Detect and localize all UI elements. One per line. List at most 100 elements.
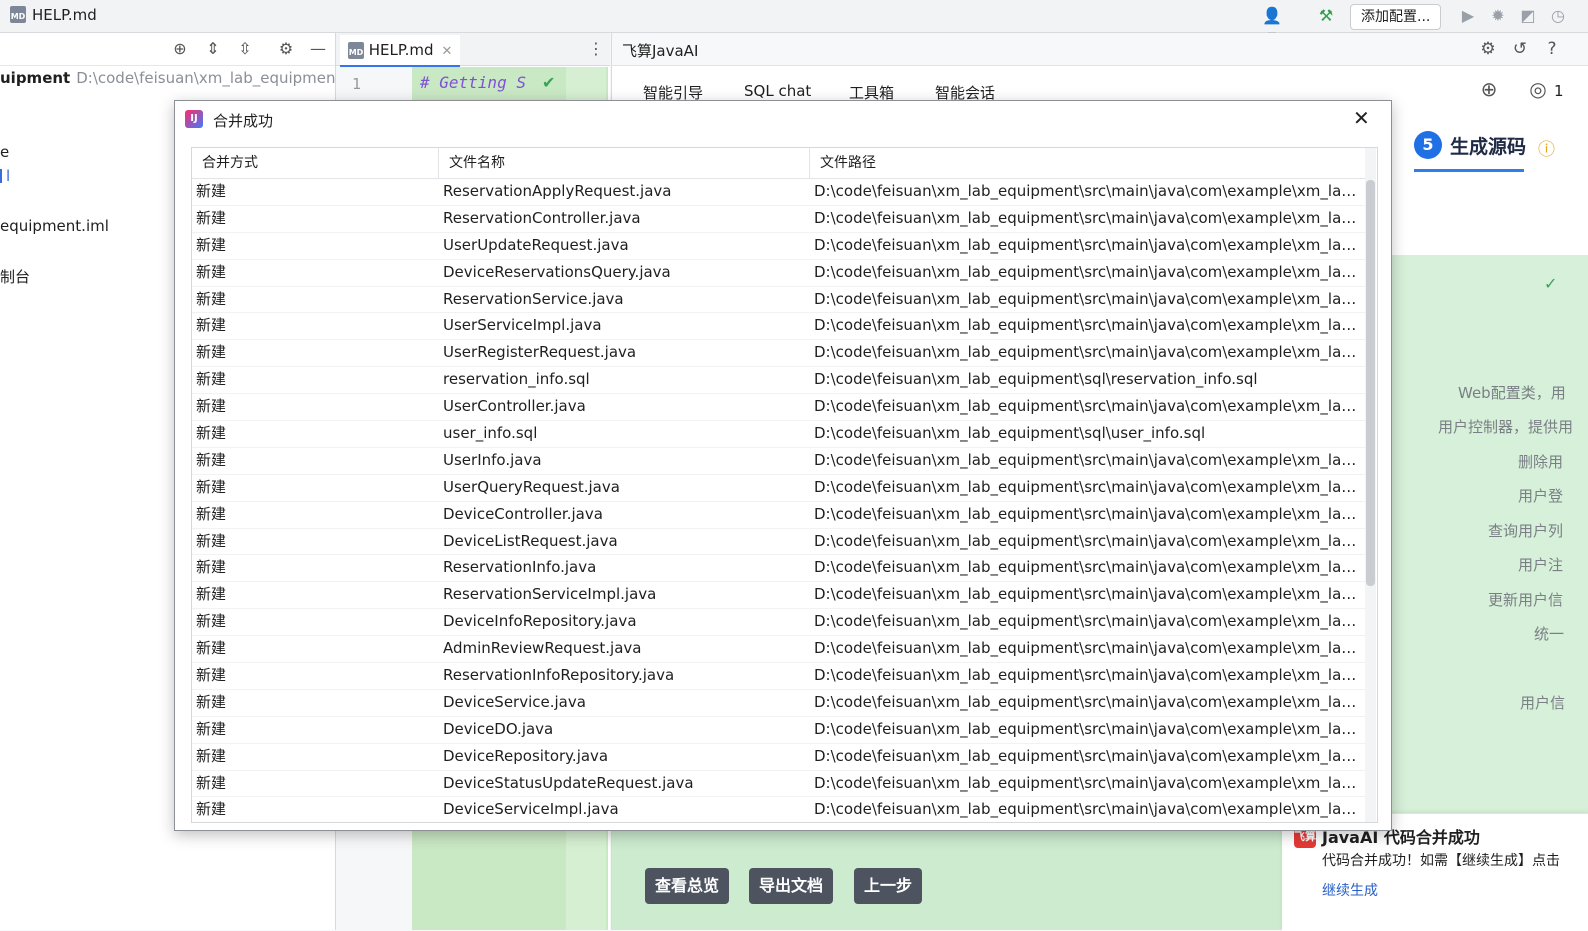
tree-item[interactable]: l <box>6 167 10 185</box>
cell-merge-mode: 新建 <box>196 262 227 281</box>
result-text: 更新用户信 <box>1488 591 1564 609</box>
column-header-file-name[interactable]: 文件名称 <box>439 148 810 178</box>
table-row[interactable]: 新建 UserUpdateRequest.java D:\code\feisuan\… <box>192 233 1365 260</box>
more-options-icon[interactable]: ⋮ <box>588 39 604 58</box>
table-row[interactable]: 新建 UserInfo.java D:\code\feisuan\xm_lab_eq… <box>192 448 1365 475</box>
result-text: 用户控制器，提供用 <box>1438 418 1574 436</box>
hammer-icon[interactable]: ⚒ <box>1316 6 1336 26</box>
cell-file-name: DeviceRepository.java <box>443 746 609 765</box>
table-row[interactable]: 新建 UserRegisterRequest.java D:\code\feisua… <box>192 340 1365 368</box>
run-icon[interactable]: ▶ <box>1458 6 1478 26</box>
cell-file-path: D:\code\feisuan\xm_lab_equipment\src\mai… <box>814 235 1362 254</box>
table-row[interactable]: 新建 ReservationApplyRequest.java D:\code\fe… <box>192 179 1365 206</box>
cell-merge-mode: 新建 <box>196 531 227 550</box>
cell-file-name: ReservationController.java <box>443 208 641 227</box>
export-doc-button[interactable]: 导出文档 <box>749 868 834 904</box>
table-row[interactable]: 新建 UserServiceImpl.java D:\code\feisuan\xm… <box>192 313 1365 341</box>
cell-merge-mode: 新建 <box>196 397 227 416</box>
locate-icon[interactable]: ⊕ <box>170 39 190 59</box>
cell-file-name: DeviceDO.java <box>443 719 554 738</box>
profile-icon[interactable]: ◷ <box>1548 6 1568 26</box>
table-row[interactable]: 新建 DeviceServiceImpl.java D:\code\feisuan\… <box>192 797 1365 822</box>
code-line[interactable]: # Getting S <box>420 73 526 92</box>
add-config-button[interactable]: 添加配置... <box>1350 4 1442 30</box>
ai-panel-header: 飞算JavaAI ⚙ ↺ ? <box>612 33 1588 66</box>
table-row[interactable]: 新建 ReservationController.java D:\code\feis… <box>192 206 1365 233</box>
collapse-all-icon[interactable]: ⇳ <box>235 39 255 59</box>
cell-merge-mode: 新建 <box>196 316 227 335</box>
table-row[interactable]: 新建 DeviceDO.java D:\code\feisuan\xm_lab_eq… <box>192 717 1365 744</box>
result-text: 用户信 <box>1520 694 1566 712</box>
add-icon[interactable]: ⊕ <box>1479 79 1499 99</box>
check-icon: ✔ <box>542 73 556 92</box>
cell-file-path: D:\code\feisuan\xm_lab_equipment\src\mai… <box>814 585 1362 604</box>
cell-file-name: UserUpdateRequest.java <box>443 235 629 254</box>
column-header-file-path[interactable]: 文件路径 <box>810 148 1365 178</box>
table-row[interactable]: 新建 DeviceInfoRepository.java D:\code\feisu… <box>192 609 1365 637</box>
cell-file-path: D:\code\feisuan\xm_lab_equipment\src\mai… <box>814 531 1362 550</box>
line-number: 1 <box>352 75 362 93</box>
cell-file-path: D:\code\feisuan\xm_lab_equipment\src\mai… <box>814 639 1362 658</box>
cell-merge-mode: 新建 <box>196 477 227 496</box>
cell-file-path: D:\code\feisuan\xm_lab_equipment\sql\use… <box>814 424 1206 443</box>
close-icon[interactable]: ✕ <box>1353 107 1370 129</box>
coverage-icon[interactable]: ◩ <box>1518 6 1538 26</box>
scrollbar-thumb[interactable] <box>1366 180 1375 586</box>
editor-tab-help-md[interactable]: MD HELP.md ✕ <box>340 35 461 67</box>
minimize-icon[interactable]: — <box>308 39 328 59</box>
table-row[interactable]: 新建 DeviceController.java D:\code\feisuan\x… <box>192 502 1365 529</box>
cell-file-path: D:\code\feisuan\xm_lab_equipment\src\mai… <box>814 182 1362 200</box>
debug-icon[interactable]: ✹ <box>1488 6 1508 26</box>
table-row[interactable]: 新建 UserController.java D:\code\feisuan\xm_… <box>192 394 1365 422</box>
previous-step-button[interactable]: 上一步 <box>854 868 923 904</box>
plugin-icon[interactable]: ⚙ <box>1478 39 1498 59</box>
table-row[interactable]: 新建 DeviceService.java D:\code\feisuan\xm_l… <box>192 690 1365 717</box>
continue-generate-link[interactable]: 继续生成 <box>1322 880 1378 900</box>
column-header-merge-mode[interactable]: 合并方式 <box>192 148 439 178</box>
table-row[interactable]: 新建 UserQueryRequest.java D:\code\feisuan\x… <box>192 475 1365 502</box>
markdown-file-icon: MD <box>348 42 364 59</box>
history-icon[interactable]: ↺ <box>1510 39 1530 59</box>
cell-file-path: D:\code\feisuan\xm_lab_equipment\src\mai… <box>814 692 1362 711</box>
cell-merge-mode: 新建 <box>196 182 227 200</box>
cell-file-name: DeviceReservationsQuery.java <box>443 262 671 281</box>
cell-merge-mode: 新建 <box>196 235 227 254</box>
editor-tab-label: HELP.md <box>368 41 434 59</box>
user-icon[interactable]: 👤▾ <box>1262 6 1282 45</box>
table-row[interactable]: 新建 user_info.sql D:\code\feisuan\xm_lab_eq… <box>192 421 1365 448</box>
result-text: 用户注 <box>1518 556 1564 574</box>
table-row[interactable]: 新建 DeviceStatusUpdateRequest.java D:\code\… <box>192 771 1365 798</box>
table-row[interactable]: 新建 ReservationService.java D:\code\feisuan… <box>192 287 1365 314</box>
table-row[interactable]: 新建 AdminReviewRequest.java D:\code\feisuan… <box>192 636 1365 664</box>
table-row[interactable]: 新建 DeviceReservationsQuery.java D:\code\fe… <box>192 260 1365 287</box>
cell-file-name: ReservationService.java <box>443 289 624 308</box>
cell-file-name: UserServiceImpl.java <box>443 316 602 335</box>
view-overview-button[interactable]: 查看总览 <box>645 868 730 904</box>
expand-all-icon[interactable]: ⇕ <box>203 39 223 59</box>
success-icon: ✓ <box>1544 274 1558 293</box>
table-row[interactable]: 新建 DeviceRepository.java D:\code\feisuan\x… <box>192 744 1365 771</box>
table-row[interactable]: 新建 ReservationInfoRepository.java D:\code\… <box>192 663 1365 690</box>
tree-item-console[interactable]: 制台 <box>0 266 30 287</box>
tree-item-iml[interactable]: equipment.iml <box>0 217 109 235</box>
help-icon[interactable]: ? <box>1542 39 1562 59</box>
step-label[interactable]: 生成源码 <box>1450 132 1526 159</box>
cell-file-name: DeviceStatusUpdateRequest.java <box>443 773 694 792</box>
project-root[interactable]: uipment D:\code\feisuan\xm_lab_equipment <box>0 69 341 87</box>
cell-merge-mode: 新建 <box>196 343 227 362</box>
step-badge: 5 <box>1414 131 1442 159</box>
table-row[interactable]: 新建 ReservationInfo.java D:\code\feisuan\xm… <box>192 555 1365 583</box>
tab-sql-chat[interactable]: SQL chat <box>744 82 811 100</box>
close-tab-icon[interactable]: ✕ <box>442 44 453 59</box>
cell-file-path: D:\code\feisuan\xm_lab_equipment\src\mai… <box>814 504 1362 523</box>
cell-file-name: DeviceService.java <box>443 692 586 711</box>
account-icon[interactable]: ◎ <box>1528 79 1548 99</box>
tree-item[interactable]: e <box>0 143 9 161</box>
title-bar: MD HELP.md 👤▾ ⚒ 添加配置... ▶ ✹ ◩ ◷ <box>0 0 1588 45</box>
gear-icon[interactable]: ⚙ <box>276 39 296 59</box>
table-row[interactable]: 新建 ReservationServiceImpl.java D:\code\fei… <box>192 582 1365 610</box>
cell-merge-mode: 新建 <box>196 773 227 792</box>
table-row[interactable]: 新建 reservation_info.sql D:\code\feisuan\xm… <box>192 367 1365 395</box>
table-row[interactable]: 新建 DeviceListRequest.java D:\code\feisuan\… <box>192 529 1365 556</box>
info-icon[interactable]: ⓘ <box>1538 135 1555 160</box>
